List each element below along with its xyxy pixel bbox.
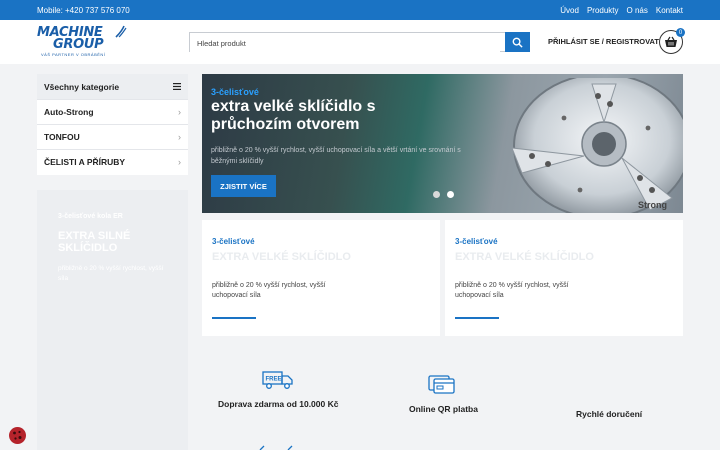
side-promo-kicker: 3-čelisťové kola ER — [58, 213, 123, 220]
chevron-right-icon: › — [178, 132, 181, 142]
category-menu-title: Všechny kategorie — [44, 81, 120, 92]
hero-title: extra velké sklíčidlo s průchozím otvore… — [211, 98, 376, 133]
login-register-link[interactable]: PŘIHLÁSIT SE / REGISTROVAT — [548, 37, 659, 46]
product-brand-label: Strong — [638, 200, 667, 210]
category-item-jaws-flanges[interactable]: ČELISTI A PŘÍRUBY › — [37, 149, 188, 174]
lathe-chuck-image: Strong — [511, 78, 683, 213]
logo-tagline: VÁŠ PARTNER V OBRÁBĚNÍ — [41, 52, 106, 57]
cart-button[interactable]: 0 — [659, 28, 685, 54]
promo-title: EXTRA VELKÉ SKLÍČIDLO — [455, 251, 594, 263]
search-icon — [512, 37, 523, 48]
site-logo[interactable]: MACHINE GROUP VÁŠ PARTNER V OBRÁBĚNÍ — [37, 25, 127, 59]
promo-kicker: 3-čelisťové — [212, 237, 255, 246]
hero-slider: Strong 3-čelisťové extra velké sklíčidlo… — [202, 74, 683, 213]
partial-icon — [259, 445, 293, 450]
cart-count-badge: 0 — [676, 28, 685, 37]
promo-link-underline[interactable] — [455, 317, 499, 319]
promo-description: přibližně o 20 % vyšší rychlost, vyšší u… — [212, 282, 326, 299]
promo-link-underline[interactable] — [212, 317, 256, 319]
category-label: ČELISTI A PŘÍRUBY — [44, 157, 126, 167]
hamburger-icon — [173, 83, 181, 90]
nav-link-about[interactable]: O nás — [627, 6, 648, 15]
hero-kicker: 3-čelisťové — [211, 87, 259, 97]
feature-qr-payment: Online QR platba — [409, 404, 478, 414]
promo-description: přibližně o 20 % vyšší rychlost, vyšší u… — [455, 282, 569, 299]
promo-card-1[interactable]: 3-čelisťové EXTRA VELKÉ SKLÍČIDLO přibli… — [202, 220, 440, 336]
top-nav: Úvod Produkty O nás Kontakt — [560, 6, 683, 15]
search-bar — [189, 32, 530, 53]
nav-link-contact[interactable]: Kontakt — [656, 6, 683, 15]
category-label: TONFOU — [44, 132, 80, 142]
search-input[interactable] — [190, 34, 500, 53]
search-button[interactable] — [505, 32, 530, 52]
cookie-settings-button[interactable] — [9, 427, 26, 444]
feature-fast-delivery: Rychlé doručení — [576, 409, 643, 419]
category-menu: Všechny kategorie Auto-Strong › TONFOU ›… — [37, 74, 188, 175]
feature-free-shipping: Doprava zdarma od 10.000 Kč — [218, 399, 339, 409]
side-promo-title: EXTRA SILNÉ SKLÍČIDLO — [58, 230, 131, 254]
slider-dot-2[interactable] — [447, 191, 454, 198]
qr-payment-card-icon — [428, 375, 455, 394]
hero-cta-button[interactable]: ZJISTIT VÍCE — [211, 175, 276, 197]
logo-text-group: GROUP — [53, 37, 104, 52]
logo-gear-icon — [115, 25, 127, 38]
hero-description: přibližně o 20 % vyšší rychlost, vyšší u… — [211, 147, 461, 165]
slider-dot-1[interactable] — [433, 191, 440, 198]
category-menu-header[interactable]: Všechny kategorie — [37, 74, 188, 99]
cookie-icon — [9, 427, 26, 444]
basket-icon — [665, 36, 677, 47]
promo-card-2[interactable]: 3-čelisťové EXTRA VELKÉ SKLÍČIDLO přibli… — [445, 220, 683, 336]
category-label: Auto-Strong — [44, 107, 94, 117]
chevron-right-icon: › — [178, 107, 181, 117]
phone-number: Mobile: +420 737 576 070 — [37, 6, 130, 15]
top-bar: Mobile: +420 737 576 070 Úvod Produkty O… — [0, 0, 720, 20]
category-item-auto-strong[interactable]: Auto-Strong › — [37, 99, 188, 124]
nav-link-products[interactable]: Produkty — [587, 6, 619, 15]
free-delivery-truck-icon: FREE — [262, 371, 293, 389]
side-promo-banner[interactable]: 3-čelisťové kola ER EXTRA SILNÉ SKLÍČIDL… — [37, 190, 188, 450]
nav-link-home[interactable]: Úvod — [560, 6, 579, 15]
free-badge-label: FREE — [266, 377, 282, 383]
promo-title: EXTRA VELKÉ SKLÍČIDLO — [212, 251, 351, 263]
side-promo-description: přibližně o 20 % vyšší rychlost, vyšší s… — [58, 265, 164, 282]
chevron-right-icon: › — [178, 157, 181, 167]
promo-kicker: 3-čelisťové — [455, 237, 498, 246]
slider-dots — [433, 191, 454, 198]
category-item-tonfou[interactable]: TONFOU › — [37, 124, 188, 149]
